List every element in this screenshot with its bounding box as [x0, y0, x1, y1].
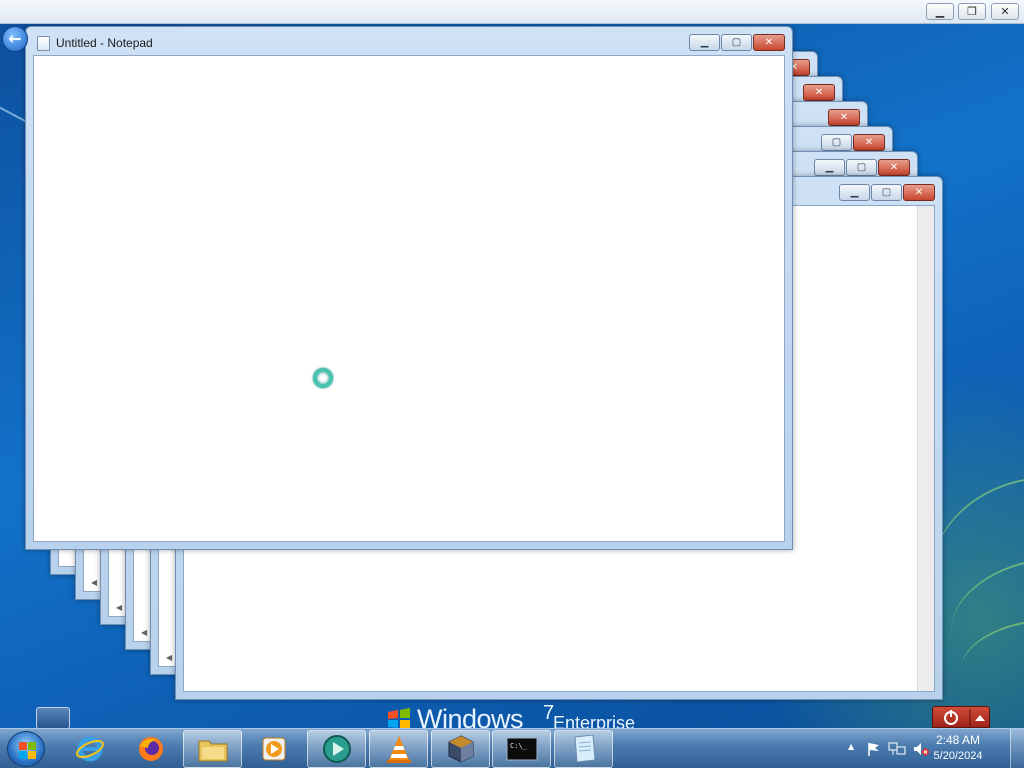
brand-product: Windows	[417, 704, 524, 728]
minimize-button[interactable]: ▁	[839, 184, 870, 201]
close-button[interactable]: ✕	[878, 159, 910, 176]
cmd-icon: C:\_	[506, 737, 537, 761]
minimize-button[interactable]: ▁	[814, 159, 845, 176]
taskbar-media-player[interactable]	[244, 730, 303, 768]
ie-icon	[75, 736, 104, 762]
maximize-button[interactable]: ▢	[846, 159, 877, 176]
taskbar-command-prompt[interactable]: C:\_	[492, 730, 551, 768]
desktop: ✕ ✕ ✕ ▢ ✕ ▁ ▢ ✕ ▁ ▢ ✕ ◀ ◀ ◀ ◀ Untitled -…	[0, 0, 1024, 728]
maximize-button[interactable]: ▢	[871, 184, 902, 201]
taskbar-virtualbox[interactable]	[431, 730, 490, 768]
host-restore-button[interactable]: ❐	[958, 3, 986, 20]
notepad-icon	[37, 36, 50, 51]
scroll-left-arrow-icon[interactable]: ◀	[141, 628, 147, 637]
taskbar: C:\_ ▲ 2:48 AM 5/20/2024	[0, 728, 1024, 768]
notepad-icon	[573, 734, 596, 763]
network-icon[interactable]	[888, 741, 906, 757]
scroll-left-arrow-icon[interactable]: ◀	[116, 603, 122, 612]
minimize-button[interactable]: ▁	[689, 34, 720, 51]
clock-time[interactable]: 2:48 AM	[918, 733, 998, 747]
windows-branding: Windows 7 Enterprise	[385, 704, 645, 728]
show-desktop-button[interactable]	[1010, 729, 1024, 768]
shutdown-panel[interactable]	[932, 706, 990, 728]
close-button[interactable]: ✕	[828, 109, 860, 126]
host-window-titlebar: ▁ ❐ ✕	[0, 0, 1024, 24]
taskbar-internet-explorer[interactable]	[60, 730, 119, 768]
window-title: Untitled - Notepad	[56, 36, 153, 50]
back-arrow-button[interactable]: ←	[2, 26, 28, 52]
system-tray: ▲ 2:48 AM 5/20/2024	[834, 729, 1024, 768]
close-button[interactable]: ✕	[903, 184, 935, 201]
taskbar-firefox[interactable]	[121, 730, 180, 768]
windows-flag-icon	[388, 708, 410, 728]
start-flag-icon	[28, 751, 36, 759]
scroll-left-arrow-icon[interactable]: ◀	[166, 653, 172, 662]
maximize-button[interactable]: ▢	[821, 134, 852, 151]
start-flag-icon	[19, 742, 27, 750]
play-icon	[262, 737, 285, 761]
maximize-button[interactable]: ▢	[721, 34, 752, 51]
vertical-scrollbar[interactable]	[917, 206, 934, 691]
cube-icon	[448, 735, 473, 763]
host-minimize-button[interactable]: ▁	[926, 3, 954, 20]
taskbar-windows-explorer[interactable]	[183, 730, 242, 768]
play-circle-icon	[322, 735, 351, 763]
firefox-icon	[138, 737, 163, 761]
start-button[interactable]	[7, 731, 45, 767]
text-editor-area[interactable]	[33, 55, 785, 542]
folder-icon	[198, 740, 227, 762]
host-close-button[interactable]: ✕	[991, 3, 1019, 20]
wallpaper-streak	[0, 102, 29, 124]
close-button[interactable]: ✕	[803, 84, 835, 101]
brand-edition: Enterprise	[553, 713, 636, 728]
scroll-left-arrow-icon[interactable]: ◀	[91, 578, 97, 587]
cmd-icon-label: C:\_	[510, 742, 528, 750]
gadget-icon[interactable]	[36, 707, 70, 728]
start-flag-icon	[28, 742, 36, 750]
action-center-flag-icon[interactable]	[866, 741, 882, 757]
show-hidden-icons-button[interactable]: ▲	[848, 742, 854, 751]
power-icon[interactable]	[933, 707, 991, 728]
close-button[interactable]: ✕	[853, 134, 885, 151]
busy-cursor-icon	[313, 368, 333, 388]
notepad-window[interactable]: Untitled - Notepad ▁ ▢ ✕	[25, 26, 793, 550]
taskbar-media-center[interactable]	[307, 730, 366, 768]
clock-date[interactable]: 5/20/2024	[918, 750, 998, 762]
vlc-cone-icon	[386, 736, 411, 763]
taskbar-notepad[interactable]	[554, 730, 613, 768]
taskbar-vlc[interactable]	[369, 730, 428, 768]
start-flag-icon	[19, 751, 27, 759]
close-button[interactable]: ✕	[753, 34, 785, 51]
